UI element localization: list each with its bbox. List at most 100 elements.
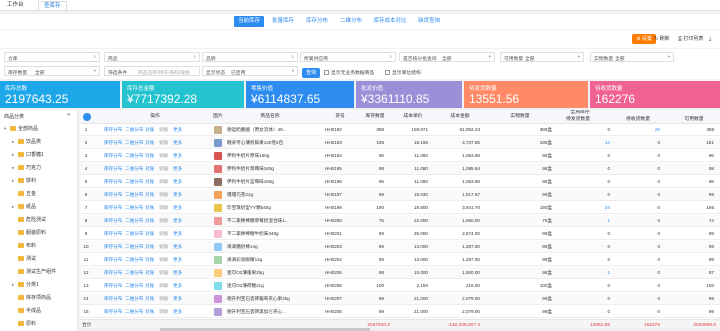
product-thumbnail[interactable]	[214, 126, 222, 134]
subtab-batch-stock[interactable]: 批量库存	[268, 16, 298, 27]
2d-distribution-link[interactable]: 二维分布	[125, 215, 147, 227]
stock-distribution-link[interactable]: 库存分布	[104, 241, 126, 253]
sidebar-item[interactable]: 库存项商品	[12, 293, 51, 303]
2d-distribution-link[interactable]: 二维分布	[125, 176, 147, 188]
table-row[interactable]: 10 库存分布 二维分布 对账 调拨 更多 滴滴糖奶棒14g HH0203 99 13.000 1,…	[80, 241, 720, 253]
2d-distribution-link[interactable]: 二维分布	[125, 137, 147, 149]
more-link[interactable]: 更多	[173, 241, 195, 253]
stock-distribution-link[interactable]: 库存分布	[104, 267, 126, 279]
collapse-icon[interactable]: «	[67, 112, 70, 118]
print-button[interactable]: ⎙ 打印列表	[674, 34, 707, 44]
more-link[interactable]: 更多	[173, 267, 195, 279]
sidebar-item[interactable]: 危险测试	[12, 215, 46, 225]
2d-distribution-link[interactable]: 二维分布	[125, 163, 147, 175]
header-cost-amount[interactable]: 成本金额	[445, 110, 475, 124]
table-row[interactable]: 13 库存分布 二维分布 对账 调拨 更多 迷可O2薄荷糖21g HH0206 100 2.150…	[80, 280, 720, 292]
sidebar-item[interactable]: 五金	[12, 189, 36, 199]
subtab-2d-distribution[interactable]: 二维分布	[336, 16, 366, 27]
checkbox-box[interactable]	[385, 70, 390, 75]
wait-ship-qty[interactable]: 24	[580, 202, 610, 214]
2d-distribution-link[interactable]: 二维分布	[125, 189, 147, 201]
sidebar-item[interactable]: 布料	[12, 241, 36, 251]
table-row[interactable]: 4 库存分布 二维分布 对账 调拨 更多 伊利牛奶片草莓味160g HH0195 98 11.08…	[80, 163, 720, 175]
status-select[interactable]: 显示状态 已启用 ▾	[202, 66, 298, 76]
batch-select[interactable]: 是否按分批查询 全部 ▾	[399, 52, 495, 62]
more-link[interactable]: 更多	[173, 228, 195, 240]
stock-distribution-link[interactable]: 库存分布	[104, 215, 126, 227]
product-thumbnail[interactable]	[214, 243, 222, 251]
sidebar-item[interactable]: ▸ 饮品类	[12, 137, 41, 147]
product-thumbnail[interactable]	[214, 295, 222, 303]
more-link[interactable]: 更多	[173, 280, 195, 292]
2d-distribution-link[interactable]: 二维分布	[125, 124, 147, 136]
more-link[interactable]: 更多	[173, 176, 195, 188]
wait-ship-qty[interactable]: 1	[580, 215, 610, 227]
sidebar-item[interactable]: ▸ 分类1	[12, 280, 39, 290]
product-thumbnail[interactable]	[214, 139, 222, 147]
filter-condition-input[interactable]: 筛选条件 商品名称/拼号/条码/规格	[104, 66, 200, 76]
product-thumbnail[interactable]	[214, 256, 222, 264]
more-link[interactable]: 更多	[173, 189, 195, 201]
more-link[interactable]: 更多	[173, 124, 195, 136]
product-thumbnail[interactable]	[214, 204, 222, 212]
2d-distribution-link[interactable]: 二维分布	[125, 228, 147, 240]
more-link[interactable]: 更多	[173, 306, 195, 318]
wait-recv-qty[interactable]: 20	[630, 124, 660, 136]
product-thumbnail[interactable]	[214, 152, 222, 160]
product-thumbnail[interactable]	[214, 230, 222, 238]
product-thumbnail[interactable]	[214, 269, 222, 277]
2d-distribution-link[interactable]: 二维分布	[125, 241, 147, 253]
header-cost-price[interactable]: 成本单价	[398, 110, 428, 124]
subtab-shortage[interactable]: 缺货查询	[414, 16, 444, 27]
stock-distribution-link[interactable]: 库存分布	[104, 280, 126, 292]
sidebar-item[interactable]: ▾ 全部商品	[4, 124, 38, 134]
stock-qty-select[interactable]: 库存数量 全部 ▾	[4, 66, 100, 76]
table-row[interactable]: 15 库存分布 二维分布 对账 调拨 更多 德升利宝石瓷砖黑加仑夹心... HH0208 99 2…	[80, 306, 720, 318]
product-thumbnail[interactable]	[214, 178, 222, 186]
tab-inventory[interactable]: 查库存	[38, 1, 67, 10]
product-thumbnail[interactable]	[214, 217, 222, 225]
2d-distribution-link[interactable]: 二维分布	[125, 150, 147, 162]
more-link[interactable]: 更多	[173, 137, 195, 149]
sidebar-item[interactable]: ▸ 口香糖1	[12, 150, 44, 160]
more-link[interactable]: 更多	[173, 215, 195, 227]
table-row[interactable]: 5 库存分布 二维分布 对账 调拨 更多 伊利牛奶片蓝莓味160g HH0196 96 11.08…	[80, 176, 720, 188]
table-row[interactable]: 8 库存分布 二维分布 对账 调拨 更多 不二家棒棒糖草莓奶混合味1... HH0200 75 2…	[80, 215, 720, 227]
table-row[interactable]: 6 库存分布 二维分布 对账 调拨 更多 嘎嘎巧克21g HH0197 99 15.030 1,51…	[80, 189, 720, 201]
stock-distribution-link[interactable]: 库存分布	[104, 306, 126, 318]
available-qty-select[interactable]: 可用数量 全部 ▾	[500, 52, 584, 62]
product-field[interactable]: 商品 ⌕	[104, 52, 200, 62]
stock-distribution-link[interactable]: 库存分布	[104, 137, 126, 149]
supplier-field[interactable]: 所属供应商 ⌕	[300, 52, 396, 62]
subtab-stock-distribution[interactable]: 库存分布	[302, 16, 332, 27]
sidebar-item[interactable]: ▸ 纸品	[12, 202, 36, 212]
location-checkbox[interactable]: 显示库位结构	[385, 69, 421, 76]
stock-distribution-link[interactable]: 库存分布	[104, 254, 126, 266]
export-button[interactable]: ⤓	[707, 34, 713, 44]
stock-distribution-link[interactable]: 库存分布	[104, 124, 126, 136]
2d-distribution-link[interactable]: 二维分布	[125, 293, 147, 305]
actual-qty-select[interactable]: 实物数量 全部 ▾	[590, 52, 674, 62]
sidebar-item[interactable]: 测试	[12, 254, 36, 264]
stock-distribution-link[interactable]: 库存分布	[104, 150, 126, 162]
stock-distribution-link[interactable]: 库存分布	[104, 293, 126, 305]
product-thumbnail[interactable]	[214, 282, 222, 290]
sidebar-item[interactable]: 半成品	[12, 306, 41, 316]
product-thumbnail[interactable]	[214, 191, 222, 199]
refresh-button[interactable]: ↻ 刷新	[650, 34, 674, 44]
more-link[interactable]: 更多	[173, 293, 195, 305]
more-link[interactable]: 更多	[173, 254, 195, 266]
wait-ship-qty[interactable]: 14	[580, 137, 610, 149]
table-row[interactable]: 2 库存分布 二维分布 对账 调拨 更多 糖朵专心薄煎鲜果140克5包 HH0193 195 19…	[80, 137, 720, 149]
sidebar-item[interactable]: 服装原料	[12, 228, 46, 238]
no-data-checkbox[interactable]: 显示无业务数据商品	[324, 69, 374, 76]
more-link[interactable]: 更多	[173, 150, 195, 162]
more-link[interactable]: 更多	[173, 163, 195, 175]
2d-distribution-link[interactable]: 二维分布	[125, 306, 147, 318]
table-row[interactable]: 9 库存分布 二维分布 对账 调拨 更多 不二家棒棒糖牛奶味348g HH0201 99 26,0…	[80, 228, 720, 240]
2d-distribution-link[interactable]: 二维分布	[125, 267, 147, 279]
table-row[interactable]: 3 库存分布 二维分布 对账 调拨 更多 伊利牛奶片原味160g HH0194 96 11.080…	[80, 150, 720, 162]
header-actual[interactable]: 实物数量	[500, 110, 540, 124]
header-code[interactable]: 货号	[325, 110, 355, 124]
subtab-current-stock[interactable]: 当前库存	[234, 16, 264, 27]
